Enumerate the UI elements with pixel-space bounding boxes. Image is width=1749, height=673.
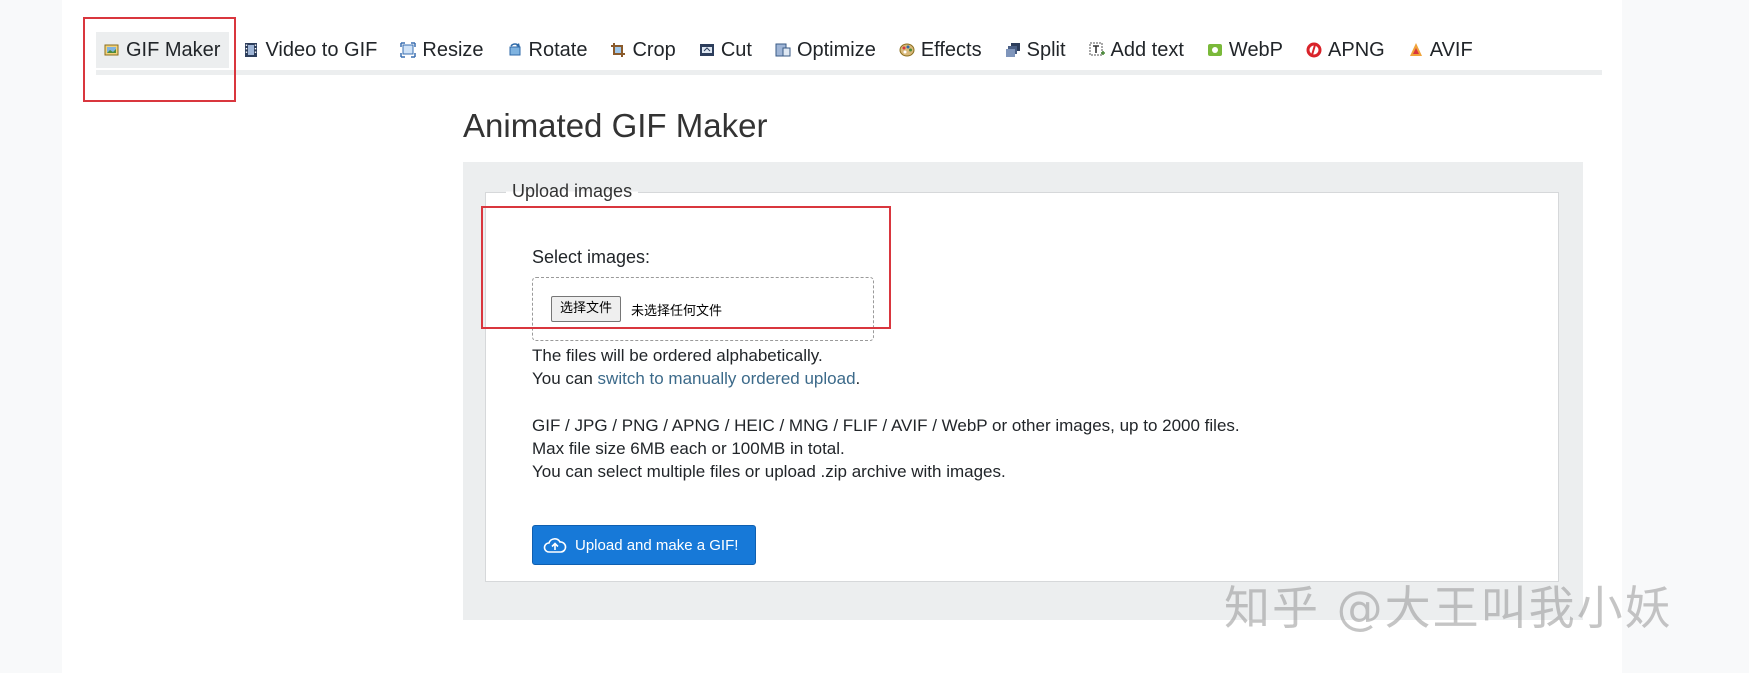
formats-note: GIF / JPG / PNG / APNG / HEIC / MNG / FL…	[532, 416, 1240, 435]
upload-button-label: Upload and make a GIF!	[575, 536, 739, 554]
palette-icon	[899, 42, 915, 58]
tab-avif[interactable]: AVIF	[1400, 32, 1482, 68]
tab-rotate[interactable]: Rotate	[499, 32, 597, 68]
tab-label: GIF Maker	[126, 38, 221, 61]
file-status-text: 未选择任何文件	[631, 304, 723, 319]
switch-manual-order-link[interactable]: switch to manually ordered upload	[598, 369, 856, 388]
upload-make-gif-button[interactable]: Upload and make a GIF!	[532, 525, 756, 565]
tab-label: AVIF	[1429, 38, 1473, 61]
tab-label: Resize	[422, 38, 484, 61]
upload-fieldset: Upload images Select images: 选择文件 未选择任何文…	[485, 181, 1559, 582]
tab-cut[interactable]: Cut	[691, 32, 761, 68]
tab-label: Rotate	[528, 38, 588, 61]
crop-icon	[610, 42, 626, 58]
multi-files-note: You can select multiple files or upload …	[532, 462, 1006, 481]
select-images-label: Select images:	[532, 247, 651, 267]
optimize-icon	[775, 42, 791, 58]
page-title: Animated GIF Maker	[463, 107, 768, 144]
tab-label: Optimize	[796, 38, 876, 61]
switch-line: You can switch to manually ordered uploa…	[532, 367, 860, 390]
format-info: GIF / JPG / PNG / APNG / HEIC / MNG / FL…	[532, 414, 1240, 483]
tab-crop[interactable]: Crop	[602, 32, 684, 68]
tab-gif-maker[interactable]: GIF Maker	[96, 32, 230, 68]
tab-webp[interactable]: WebP	[1199, 32, 1292, 68]
rotate-icon	[507, 42, 523, 58]
tab-label: Split	[1026, 38, 1066, 61]
cut-icon	[699, 42, 715, 58]
order-info: The files will be ordered alphabetically…	[532, 344, 860, 390]
switch-prefix: You can	[532, 369, 598, 388]
tab-add-text[interactable]: Add text	[1081, 32, 1193, 68]
tab-label: Add text	[1110, 38, 1184, 61]
add-text-icon	[1089, 42, 1105, 58]
tool-nav: GIF Maker Video to GIF Resize Rotate Cro…	[96, 32, 1602, 75]
tab-resize[interactable]: Resize	[392, 32, 492, 68]
tab-label: Crop	[632, 38, 676, 61]
tab-label: Cut	[720, 38, 752, 61]
avif-icon	[1408, 42, 1424, 58]
tab-apng[interactable]: APNG	[1298, 32, 1394, 68]
switch-suffix: .	[855, 369, 861, 388]
tab-optimize[interactable]: Optimize	[767, 32, 885, 68]
tab-effects[interactable]: Effects	[891, 32, 991, 68]
max-size-note: Max file size 6MB each or 100MB in total…	[532, 439, 845, 458]
cloud-upload-icon	[543, 536, 567, 554]
tab-label: WebP	[1228, 38, 1284, 61]
upload-panel: Upload images Select images: 选择文件 未选择任何文…	[463, 162, 1583, 620]
tab-video-to-gif[interactable]: Video to GIF	[235, 32, 386, 68]
resize-icon	[400, 42, 417, 58]
apng-icon	[1306, 42, 1322, 58]
watermark-text: 知乎 @大王叫我小妖	[1224, 581, 1673, 635]
order-note: The files will be ordered alphabetically…	[532, 346, 823, 365]
gif-maker-icon	[104, 42, 120, 58]
file-drop-area[interactable]: 选择文件 未选择任何文件	[532, 277, 874, 341]
tab-split[interactable]: Split	[997, 32, 1075, 68]
tab-label: APNG	[1328, 38, 1385, 61]
film-icon	[243, 42, 259, 58]
tab-label: Effects	[920, 38, 982, 61]
webp-icon	[1207, 42, 1223, 58]
fieldset-legend: Upload images	[506, 181, 639, 202]
tab-label: Video to GIF	[265, 38, 378, 61]
split-icon	[1005, 42, 1021, 58]
choose-file-button[interactable]: 选择文件	[551, 296, 622, 322]
